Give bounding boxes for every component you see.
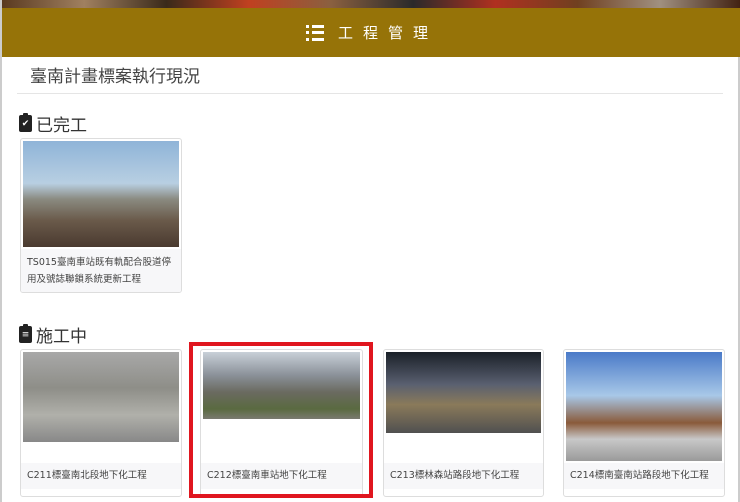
header-bar: 工程管理 [2,8,740,57]
project-title[interactable]: C211標臺南北段地下化工程 [21,463,181,489]
highlight-box [189,342,373,498]
project-title[interactable]: C213標林森站路段地下化工程 [384,463,543,489]
section-heading-in-progress: ≡ 施工中 [19,322,87,347]
project-card-c211[interactable]: C211標臺南北段地下化工程 [20,349,182,497]
section-heading-completed: ✔ 已完工 [19,111,87,136]
project-card-c214[interactable]: C214標南臺南站路段地下化工程 [563,349,725,497]
clipboard-check-icon: ✔ [19,113,32,132]
page-title: 臺南計畫標案執行現況 [30,67,200,87]
project-image [23,352,179,442]
clipboard-list-icon: ≡ [19,324,32,343]
list-icon[interactable] [305,24,324,41]
section-title: 已完工 [36,116,87,136]
project-title[interactable]: TS015臺南車站既有軌配合股道停用及號誌聯鎖系統更新工程 [21,249,181,292]
header-title: 工程管理 [337,24,438,42]
project-card-ts015[interactable]: TS015臺南車站既有軌配合股道停用及號誌聯鎖系統更新工程 [20,138,182,293]
project-image [386,352,541,433]
project-image [23,141,179,247]
project-title[interactable]: C214標南臺南站路段地下化工程 [564,463,724,489]
banner-photo-strip [2,0,740,8]
project-card-c213[interactable]: C213標林森站路段地下化工程 [383,349,544,497]
divider [17,93,723,94]
section-title: 施工中 [36,327,87,347]
project-image [566,352,722,461]
